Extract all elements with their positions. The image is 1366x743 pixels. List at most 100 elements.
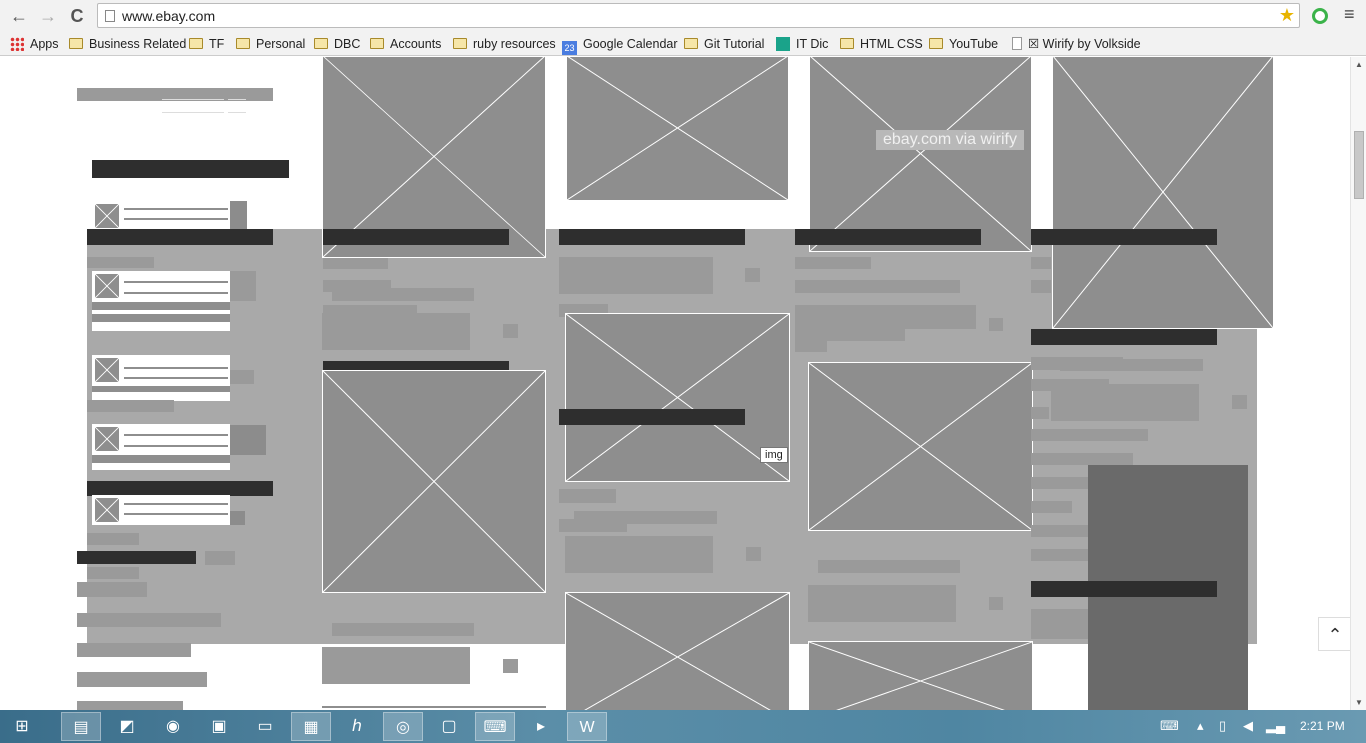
reload-button[interactable]: C	[66, 5, 88, 27]
bookmark-git-tutorial[interactable]: Git Tutorial	[684, 35, 764, 53]
heading-placeholder	[1031, 581, 1217, 597]
bookmarks-bar: Apps Business Related TF Personal DBC Ac…	[0, 32, 1366, 56]
block-placeholder	[808, 585, 956, 622]
folder-icon	[69, 38, 83, 49]
folder-icon	[453, 38, 467, 49]
heading-placeholder	[1031, 229, 1217, 245]
block-placeholder	[989, 597, 1003, 610]
img-tooltip: img	[760, 447, 788, 463]
text-placeholder	[559, 489, 616, 503]
bookmark-youtube[interactable]: YouTube	[929, 35, 998, 53]
text-placeholder	[1031, 407, 1049, 419]
bookmark-google-calendar[interactable]: 23 Google Calendar	[562, 35, 678, 55]
keyboard-app-icon[interactable]: ⌨	[475, 712, 515, 741]
network-signal-icon[interactable]: ▂▄	[1266, 718, 1285, 734]
image-placeholder[interactable]	[322, 370, 546, 593]
image-placeholder[interactable]	[1052, 57, 1274, 329]
word-icon[interactable]: W	[567, 712, 607, 741]
text-placeholder	[818, 560, 960, 573]
text-placeholder	[795, 257, 871, 269]
list-item[interactable]	[92, 424, 230, 470]
extension-icon[interactable]	[1312, 8, 1328, 24]
chrome-icon[interactable]: ◎	[383, 712, 423, 741]
list-item[interactable]	[92, 271, 230, 331]
bookmark-business-related[interactable]: Business Related	[69, 35, 186, 53]
block-placeholder	[745, 268, 760, 282]
page-scrollbar[interactable]: ▲ ▼	[1350, 57, 1366, 710]
block-placeholder	[795, 327, 905, 341]
image-placeholder-icon	[94, 497, 120, 523]
address-url[interactable]: www.ebay.com	[122, 8, 215, 24]
battery-icon[interactable]: ▯	[1219, 718, 1226, 734]
volume-icon[interactable]: ◀	[1243, 718, 1253, 734]
calendar-icon: 23	[562, 41, 577, 55]
back-to-top-button[interactable]: ⌃	[1318, 617, 1350, 651]
browser-toolbar: ← → C www.ebay.com ★ ≡	[0, 0, 1366, 32]
image-placeholder[interactable]	[809, 57, 1032, 252]
bookmark-apps[interactable]: Apps	[10, 35, 59, 53]
powershell-icon[interactable]: ▸	[521, 712, 561, 741]
scroll-thumb[interactable]	[1354, 131, 1364, 199]
sublime-text-icon[interactable]: ▦	[291, 712, 331, 741]
bookmark-tf[interactable]: TF	[189, 35, 224, 53]
text-placeholder	[332, 623, 474, 636]
text-placeholder	[795, 280, 960, 293]
list-item[interactable]	[92, 355, 230, 401]
bookmark-html-css[interactable]: HTML CSS	[840, 35, 923, 53]
bookmark-accounts[interactable]: Accounts	[370, 35, 441, 53]
image-placeholder[interactable]	[566, 57, 789, 201]
command-prompt-icon[interactable]: ▭	[245, 712, 285, 741]
list-item[interactable]	[92, 201, 230, 231]
folder-icon	[236, 38, 250, 49]
file-explorer-icon[interactable]: ▤	[61, 712, 101, 741]
keyboard-tray-icon[interactable]: ⌨	[1160, 718, 1179, 734]
image-placeholder-icon	[94, 203, 120, 229]
scroll-down-arrow-icon[interactable]: ▼	[1355, 698, 1363, 707]
bookmark-wirify[interactable]: ☒ Wirify by Volkside	[1012, 35, 1141, 53]
text-line	[124, 367, 228, 369]
block-placeholder	[746, 547, 761, 561]
folder-icon	[370, 38, 384, 49]
evernote-icon[interactable]: ▢	[429, 712, 469, 741]
bookmark-dbc[interactable]: DBC	[314, 35, 360, 53]
text-placeholder	[1031, 549, 1093, 561]
text-placeholder	[795, 340, 827, 352]
text-line	[92, 314, 230, 322]
start-button[interactable]: ⊞	[2, 712, 42, 741]
photo-app-icon[interactable]: ◩	[107, 712, 147, 741]
block-placeholder	[322, 313, 470, 350]
bookmark-personal[interactable]: Personal	[236, 35, 305, 53]
text-line	[124, 377, 228, 379]
image-placeholder[interactable]	[808, 641, 1033, 710]
bookmark-star-icon[interactable]: ★	[1279, 5, 1295, 26]
image-placeholder[interactable]	[565, 313, 790, 482]
scroll-up-arrow-icon[interactable]: ▲	[1355, 60, 1363, 69]
folder-icon	[929, 38, 943, 49]
block-placeholder	[795, 305, 976, 329]
tray-expand-icon[interactable]: ▴	[1197, 718, 1204, 734]
image-placeholder[interactable]	[565, 592, 790, 710]
bookmark-it-dic[interactable]: IT Dic	[776, 35, 828, 53]
chrome-menu-icon[interactable]: ≡	[1344, 4, 1355, 25]
media-player-icon[interactable]: ◉	[153, 712, 193, 741]
text-placeholder	[1031, 280, 1051, 293]
text-line	[124, 292, 228, 294]
text-placeholder	[87, 400, 174, 412]
back-button[interactable]: ←	[8, 5, 30, 27]
folder-icon	[189, 38, 203, 49]
text-placeholder	[77, 643, 191, 657]
forward-button[interactable]: →	[37, 5, 59, 27]
text-line	[124, 513, 228, 515]
address-bar[interactable]: www.ebay.com ★	[97, 3, 1300, 28]
text-placeholder	[1031, 477, 1093, 489]
image-placeholder-edge	[322, 705, 546, 708]
image-placeholder[interactable]	[808, 362, 1033, 531]
taskbar-clock[interactable]: 2:21 PM	[1300, 719, 1345, 733]
block-placeholder	[322, 647, 470, 684]
list-item[interactable]	[92, 495, 230, 525]
hp-icon[interactable]: ℎ	[337, 712, 377, 741]
page-viewport: ebay.com via wirify img ⌃	[0, 57, 1350, 710]
bookmark-ruby-resources[interactable]: ruby resources	[453, 35, 556, 53]
control-panel-icon[interactable]: ▣	[199, 712, 239, 741]
image-placeholder[interactable]	[322, 57, 546, 258]
